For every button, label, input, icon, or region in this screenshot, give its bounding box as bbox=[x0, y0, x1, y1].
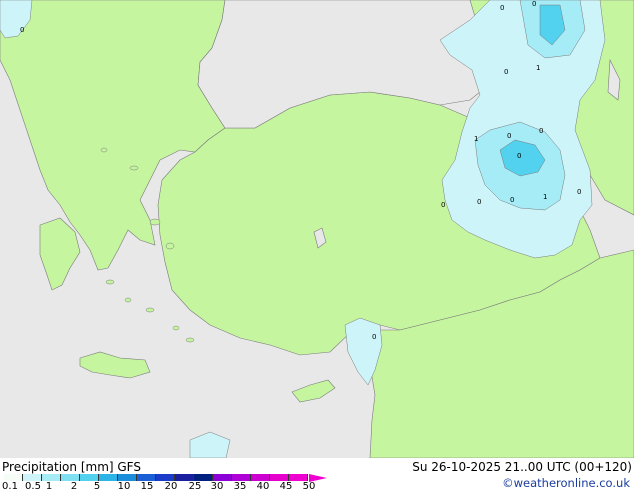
legend-swatch bbox=[137, 474, 156, 481]
legend-tick-label: 0.5 bbox=[25, 481, 41, 492]
legend-tick-label: 25 bbox=[188, 481, 202, 492]
point-label: 0 bbox=[20, 26, 24, 34]
legend-tick-label: 40 bbox=[256, 481, 270, 492]
legend-tick-label: 10 bbox=[117, 481, 131, 492]
point-label: 0 bbox=[577, 188, 581, 196]
legend-swatch bbox=[175, 474, 194, 481]
legend-title: Precipitation [mm] GFS bbox=[2, 460, 141, 474]
legend-tick-label: 1 bbox=[45, 481, 53, 492]
forecast-run-label: Su 26-10-2025 21..00 UTC (00+120) bbox=[412, 460, 632, 474]
legend-tick-label: 15 bbox=[140, 481, 154, 492]
point-label: 0 bbox=[532, 0, 536, 8]
legend-swatch bbox=[270, 474, 289, 481]
legend-swatch bbox=[251, 474, 270, 481]
legend-swatch bbox=[194, 474, 213, 481]
legend-tick-label: 30 bbox=[210, 481, 224, 492]
legend-swatch bbox=[118, 474, 137, 481]
legend-swatch bbox=[232, 474, 251, 481]
legend-tick-label: 0.1 bbox=[2, 481, 18, 492]
legend-swatch bbox=[99, 474, 118, 481]
legend-color-bar bbox=[4, 474, 308, 481]
map-footer: Precipitation [mm] GFS Su 26-10-2025 21.… bbox=[0, 458, 634, 492]
legend-tick-label: 2 bbox=[70, 481, 78, 492]
legend-swatch bbox=[42, 474, 61, 481]
point-label: 0 bbox=[372, 333, 376, 341]
point-label: 0 bbox=[510, 196, 514, 204]
legend-tick-label: 50 bbox=[302, 481, 316, 492]
point-label: 0 bbox=[507, 132, 511, 140]
point-label: 1 bbox=[474, 135, 478, 143]
legend-tick-label: 45 bbox=[279, 481, 293, 492]
point-label: 0 bbox=[500, 4, 504, 12]
point-label: 1 bbox=[536, 64, 540, 72]
legend-tick-label: 35 bbox=[233, 481, 247, 492]
legend-swatch bbox=[61, 474, 80, 481]
legend-swatch bbox=[23, 474, 42, 481]
credit-link[interactable]: ©weatheronline.co.uk bbox=[502, 476, 630, 490]
precipitation-map: 0 0 0 1 0 1 0 0 0 0 0 1 0 0 0 bbox=[0, 0, 634, 458]
legend-tick-label: 5 bbox=[93, 481, 101, 492]
legend-swatch bbox=[289, 474, 308, 481]
legend-tick-label: 20 bbox=[164, 481, 178, 492]
legend-swatch bbox=[156, 474, 175, 481]
point-label: 0 bbox=[504, 68, 508, 76]
point-label: 0 bbox=[539, 127, 543, 135]
point-label: 1 bbox=[543, 193, 547, 201]
map-canvas: 0 0 0 1 0 1 0 0 0 0 0 1 0 0 0 bbox=[0, 0, 634, 458]
legend-swatch bbox=[80, 474, 99, 481]
point-label: 0 bbox=[517, 152, 521, 160]
legend-swatch bbox=[213, 474, 232, 481]
legend-swatch bbox=[4, 474, 23, 481]
point-label: 0 bbox=[477, 198, 481, 206]
point-label: 0 bbox=[441, 201, 445, 209]
